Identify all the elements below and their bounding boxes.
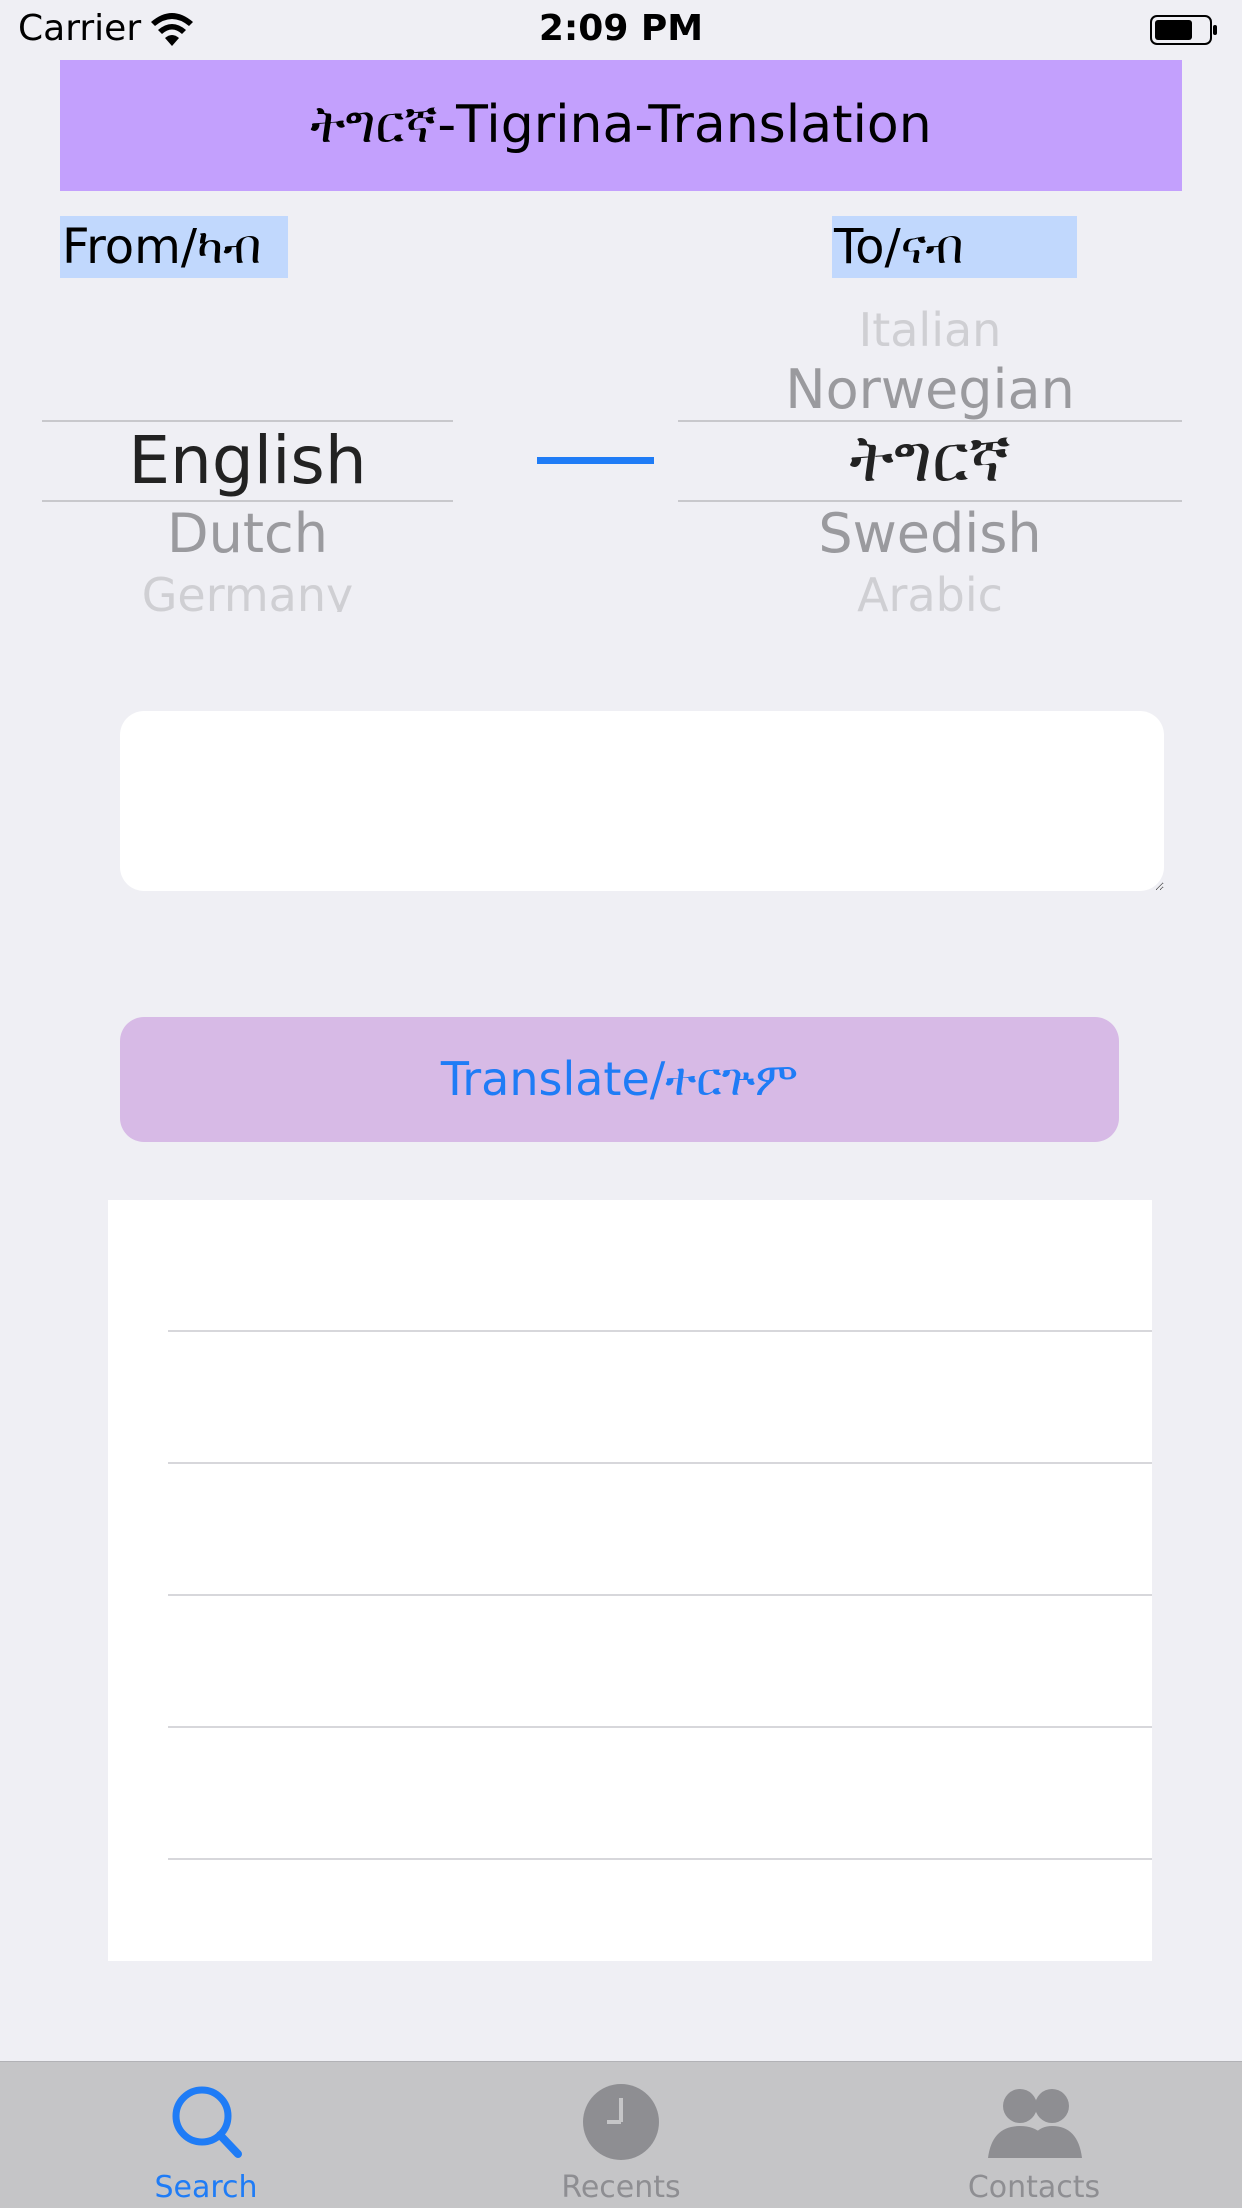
to-label: To/ናብ xyxy=(832,216,1077,278)
tab-search[interactable]: Search xyxy=(56,2062,356,2208)
results-table xyxy=(108,1200,1152,1961)
tab-label: Recents xyxy=(561,2170,681,2205)
row-separator xyxy=(168,1726,1152,1728)
picker-option-selected[interactable]: ትግርኛ xyxy=(678,420,1182,499)
contacts-icon xyxy=(988,2089,1082,2158)
status-time: 2:09 PM xyxy=(538,8,704,49)
tab-contacts[interactable]: Contacts xyxy=(884,2062,1184,2208)
tab-recents[interactable]: Recents xyxy=(471,2062,771,2208)
row-separator xyxy=(168,1462,1152,1464)
picker-option[interactable]: Swedish xyxy=(678,502,1182,565)
tab-label: Contacts xyxy=(967,2170,1101,2205)
picker-option[interactable]: Norwegian xyxy=(678,358,1182,421)
status-bar: Carrier 2:09 PM xyxy=(0,0,1242,60)
source-text-input[interactable] xyxy=(120,711,1164,891)
from-label: From/ካብ xyxy=(60,216,288,278)
row-separator xyxy=(168,1594,1152,1596)
picker-option[interactable]: Italian xyxy=(678,303,1182,357)
picker-option[interactable]: Dutch xyxy=(42,502,453,565)
translate-button[interactable]: Translate/ተርጕም xyxy=(120,1017,1119,1142)
picker-option-selected[interactable]: English xyxy=(42,422,453,499)
clock-icon xyxy=(583,2084,659,2160)
search-icon xyxy=(172,2086,242,2158)
battery-icon xyxy=(1150,15,1217,45)
row-separator xyxy=(168,1330,1152,1332)
from-language-picker[interactable]: English Dutch Germany xyxy=(42,300,453,612)
to-language-picker[interactable]: Italian Norwegian ትግርኛ Swedish Arabic xyxy=(678,300,1182,612)
tab-label: Search xyxy=(154,2170,258,2205)
picker-option[interactable]: Germany xyxy=(42,568,453,612)
direction-dash xyxy=(537,457,654,464)
picker-option[interactable]: Arabic xyxy=(678,568,1182,612)
tab-bar: Search Recents Contacts xyxy=(0,2061,1242,2208)
row-separator xyxy=(168,1858,1152,1860)
app-title-header: ትግርኛ-Tigrina-Translation xyxy=(60,60,1182,191)
